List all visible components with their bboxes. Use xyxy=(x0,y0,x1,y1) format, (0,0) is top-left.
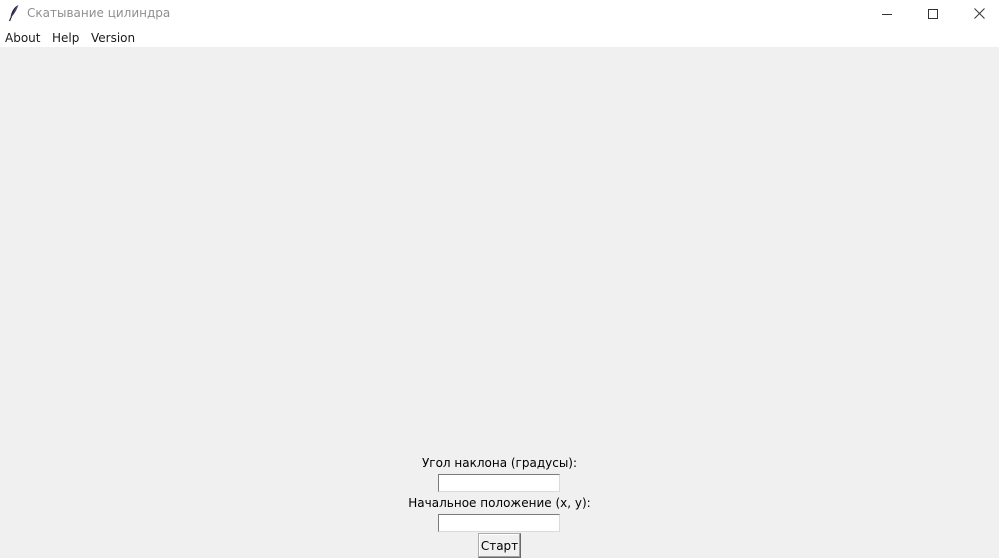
start-button[interactable]: Старт xyxy=(478,533,521,558)
position-label: Начальное положение (x, y): xyxy=(408,496,591,510)
title-bar[interactable]: Скатывание цилиндра xyxy=(0,0,999,26)
angle-label: Угол наклона (градусы): xyxy=(421,456,578,470)
feather-icon xyxy=(6,4,22,22)
menu-item-version[interactable]: Version xyxy=(91,30,135,46)
menu-item-help[interactable]: Help xyxy=(52,30,79,46)
minimize-icon xyxy=(882,4,892,23)
window-title: Скатывание цилиндра xyxy=(27,6,171,20)
menu-item-about[interactable]: About xyxy=(5,30,40,46)
minimize-button[interactable] xyxy=(864,0,910,26)
position-input[interactable] xyxy=(438,514,560,532)
close-button[interactable] xyxy=(956,0,999,26)
maximize-button[interactable] xyxy=(910,0,956,26)
close-icon xyxy=(973,4,985,23)
menu-bar: About Help Version xyxy=(0,26,999,47)
maximize-icon xyxy=(928,4,938,23)
angle-input[interactable] xyxy=(438,474,560,492)
app-window: Скатывание цилиндра About Help Version У xyxy=(0,0,999,558)
